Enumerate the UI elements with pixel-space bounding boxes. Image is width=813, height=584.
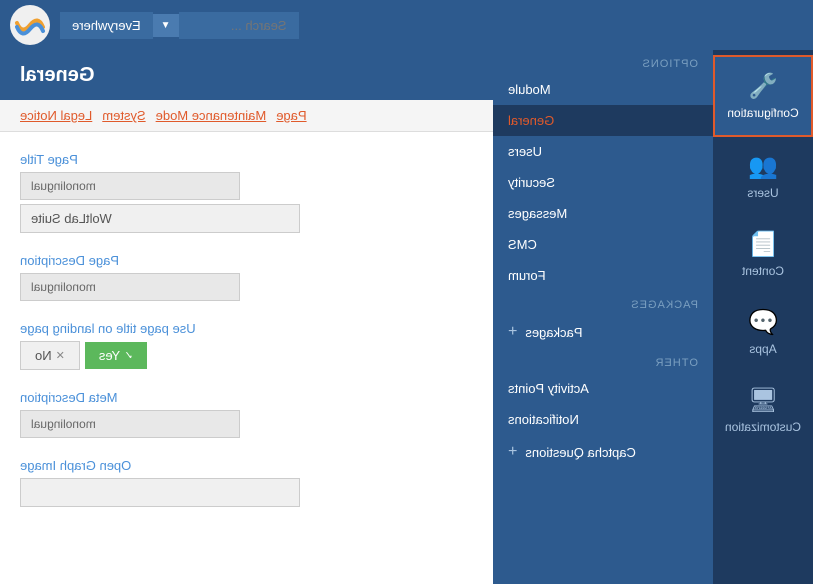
main-layout: 🔧 Configuration 👥 Users 📄 Content 💬 Apps… xyxy=(0,50,813,584)
other-header: OTHER xyxy=(493,349,713,373)
checkmark-icon: ✓ xyxy=(124,349,133,362)
dropdown-activity-points[interactable]: Activity Points xyxy=(493,373,713,404)
breadcrumb-maintenance[interactable]: Maintenance Mode xyxy=(156,108,267,123)
dropdown-messages[interactable]: Messages xyxy=(493,198,713,229)
page-title-wrapper: monolingual xyxy=(20,172,473,200)
wrench-icon: 🔧 xyxy=(748,72,778,101)
search-area: ▼ Everywhere xyxy=(60,12,299,39)
dropdown-general[interactable]: General xyxy=(493,105,713,136)
search-dropdown-button[interactable]: ▼ xyxy=(153,14,179,37)
open-graph-input[interactable] xyxy=(20,478,300,507)
sidebar-item-users[interactable]: 👥 Users xyxy=(713,137,813,215)
dropdown-module[interactable]: Module xyxy=(493,74,713,105)
packages-plus-icon: + xyxy=(508,323,517,341)
sidebar-item-configuration[interactable]: 🔧 Configuration xyxy=(713,55,813,137)
dropdown-captcha-questions[interactable]: Captcha Questions + xyxy=(493,435,713,469)
content-icon: 📄 xyxy=(748,230,778,259)
customization-icon: 🖥 xyxy=(748,386,778,415)
page-description-lang-badge[interactable]: monolingual xyxy=(20,273,240,301)
captcha-plus-icon: + xyxy=(508,443,517,461)
dropdown-notifications[interactable]: Notifications xyxy=(493,404,713,435)
toggle-group-landing: ✓ Yes ✕ No xyxy=(20,341,473,370)
page-title-lang-badge[interactable]: monolingual xyxy=(20,172,240,200)
form-group-page-title: Page Title monolingual xyxy=(20,152,473,233)
breadcrumb-legal[interactable]: Legal Notice xyxy=(20,108,92,123)
dropdown-packages[interactable]: Packages + xyxy=(493,315,713,349)
users-icon: 👥 xyxy=(748,152,778,181)
form-group-page-description: Page Description monolingual xyxy=(20,253,473,301)
open-graph-wrapper xyxy=(20,478,473,507)
no-button[interactable]: ✕ No xyxy=(20,341,80,370)
meta-description-wrapper: monolingual xyxy=(20,410,473,438)
page-description-label: Page Description xyxy=(20,253,473,268)
yes-button[interactable]: ✓ Yes xyxy=(85,342,147,369)
meta-description-lang-badge[interactable]: monolingual xyxy=(20,410,240,438)
page-title: General xyxy=(20,64,94,87)
main-content: General Page Maintenance Mode System Leg… xyxy=(0,50,493,584)
breadcrumb-system[interactable]: System xyxy=(102,108,145,123)
breadcrumb-page[interactable]: Page xyxy=(276,108,306,123)
app-logo[interactable] xyxy=(10,5,50,45)
sidebar-item-customization[interactable]: 🖥 Customization xyxy=(713,371,813,449)
meta-description-label: Meta Description xyxy=(20,390,473,405)
sidebar-item-configuration-label: Configuration xyxy=(727,106,798,120)
page-title-value-wrapper xyxy=(20,204,473,233)
x-icon: ✕ xyxy=(56,349,65,362)
search-input[interactable] xyxy=(179,12,299,39)
content-header: General xyxy=(0,50,493,100)
top-nav: ▼ Everywhere xyxy=(0,0,813,50)
form-group-landing-page-title: Use page title on landing page ✓ Yes ✕ N… xyxy=(20,321,473,370)
sidebar-item-apps[interactable]: 💬 Apps xyxy=(713,293,813,371)
dropdown-users[interactable]: Users xyxy=(493,136,713,167)
form-group-open-graph: Open Graph Image xyxy=(20,458,473,507)
form-area: Page Title monolingual Page Description … xyxy=(0,132,493,547)
dropdown-security[interactable]: Security xyxy=(493,167,713,198)
packages-header: PACKAGES xyxy=(493,291,713,315)
search-scope-button[interactable]: Everywhere xyxy=(60,12,153,39)
dropdown-menu: OPTIONS Module General Users Security Me… xyxy=(493,50,713,584)
landing-page-title-label: Use page title on landing page xyxy=(20,321,473,336)
sidebar-item-content[interactable]: 📄 Content xyxy=(713,215,813,293)
sidebar-item-apps-label: Apps xyxy=(749,342,776,356)
sidebar-item-users-label: Users xyxy=(747,186,778,200)
options-header: OPTIONS xyxy=(493,50,713,74)
breadcrumb-bar: Page Maintenance Mode System Legal Notic… xyxy=(0,100,493,132)
page-title-label: Page Title xyxy=(20,152,473,167)
page-title-input[interactable] xyxy=(20,204,300,233)
sidebar-item-content-label: Content xyxy=(742,264,784,278)
dropdown-forum[interactable]: Forum xyxy=(493,260,713,291)
sidebar-item-customization-label: Customization xyxy=(725,420,801,434)
page-description-wrapper: monolingual xyxy=(20,273,473,301)
right-sidebar: 🔧 Configuration 👥 Users 📄 Content 💬 Apps… xyxy=(713,50,813,584)
form-group-meta-description: Meta Description monolingual xyxy=(20,390,473,438)
apps-icon: 💬 xyxy=(748,308,778,337)
open-graph-label: Open Graph Image xyxy=(20,458,473,473)
dropdown-cms[interactable]: CMS xyxy=(493,229,713,260)
